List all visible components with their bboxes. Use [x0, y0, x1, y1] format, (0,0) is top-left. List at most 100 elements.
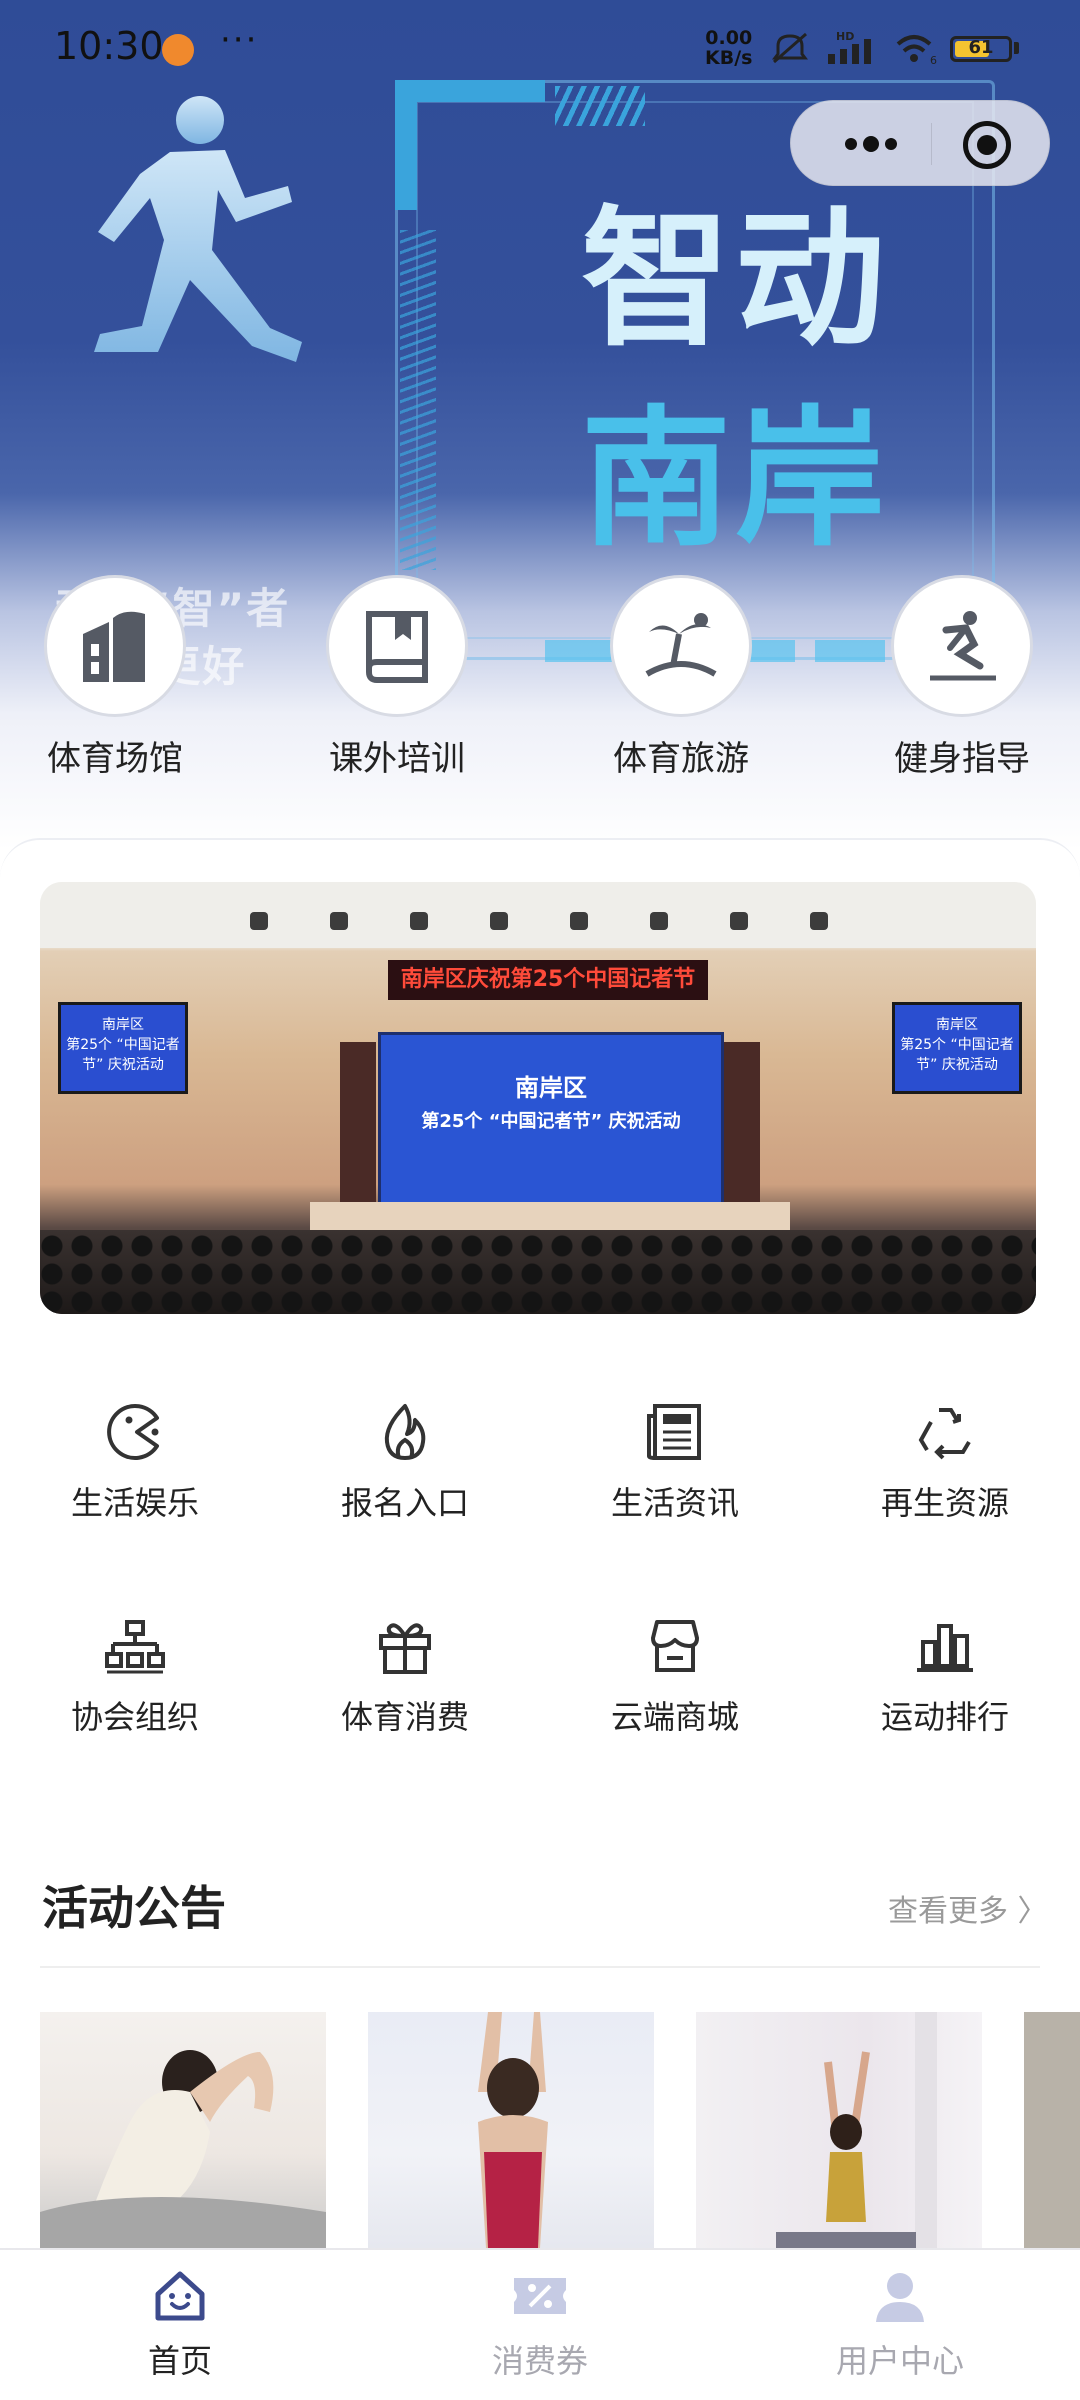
- screen-line2: 第25个 “中国记者节” 庆祝活动: [421, 1111, 681, 1132]
- book-icon: [366, 611, 428, 683]
- grid-item-entertainment[interactable]: 生活娱乐: [0, 1400, 270, 1524]
- grid-item-label: 生活资讯: [610, 1484, 739, 1522]
- tab-coupons[interactable]: 消费券: [360, 2266, 720, 2382]
- yoga-photo-1: [40, 2050, 326, 2248]
- hero-corner-decoration: [395, 80, 545, 210]
- side-screen-line2: 第25个 “中国记者节” 庆祝活动: [900, 1037, 1014, 1073]
- photo-light: [570, 912, 588, 930]
- tab-user-center[interactable]: 用户中心: [720, 2266, 1080, 2382]
- notification-dot-icon: [162, 34, 194, 66]
- side-screen-line1: 南岸区: [102, 1017, 144, 1033]
- activity-card[interactable]: [368, 2012, 654, 2248]
- signal-hd-label: HD: [836, 30, 854, 43]
- photo-side-screen-right: 南岸区 第25个 “中国记者节” 庆祝活动: [892, 1002, 1022, 1094]
- org-chart-icon: [105, 1620, 165, 1674]
- category-label: 体育旅游: [613, 739, 749, 779]
- view-more-link[interactable]: 查看更多 〉: [888, 1886, 1048, 1930]
- flame-icon: [384, 1404, 426, 1460]
- wifi-label: 6: [930, 54, 937, 66]
- net-speed-value: 0.00: [705, 27, 753, 49]
- battery-icon: 61: [950, 36, 1012, 62]
- grid-item-label: 生活娱乐: [70, 1484, 199, 1522]
- activity-list: [40, 2012, 1080, 2248]
- grid-item-news[interactable]: 生活资讯: [540, 1400, 810, 1524]
- photo-curtain: [340, 1042, 376, 1212]
- yoga-photo-3: [776, 2012, 937, 2248]
- target-icon[interactable]: [963, 121, 1011, 169]
- island-icon: [645, 613, 717, 677]
- photo-ceiling: [40, 882, 1036, 948]
- screen-line1: 南岸区: [515, 1074, 587, 1102]
- net-speed-unit: KB/s: [705, 47, 753, 69]
- grid-item-signup[interactable]: 报名入口: [270, 1400, 540, 1524]
- status-icons: HD 6: [770, 30, 940, 66]
- grid-item-association[interactable]: 协会组织: [0, 1614, 270, 1738]
- category-circle: [891, 575, 1033, 717]
- grid-item-cloud-mall[interactable]: 云端商城: [540, 1614, 810, 1738]
- photo-light: [730, 912, 748, 930]
- photo-light: [250, 912, 268, 930]
- tab-label: 消费券: [491, 2342, 588, 2380]
- pacman-icon: [107, 1404, 159, 1460]
- category-sports-venue[interactable]: 体育场馆: [25, 575, 205, 780]
- category-label: 课外培训: [329, 739, 465, 779]
- category-training[interactable]: 课外培训: [307, 575, 487, 780]
- more-dots-icon[interactable]: [831, 126, 911, 162]
- photo-light: [410, 912, 428, 930]
- hero-title-line1: 智动: [580, 193, 889, 367]
- store-icon: [651, 1620, 699, 1672]
- service-grid: 生活娱乐 报名入口 生活资讯 再生资源 协会组织 体育消费 云端商城 运动排行: [0, 1400, 1080, 1760]
- yoga-photo-2: [478, 2012, 548, 2248]
- battery-tip: [1014, 42, 1019, 54]
- category-circle: [44, 575, 186, 717]
- home-icon: [155, 2271, 205, 2321]
- photo-light: [490, 912, 508, 930]
- category-sports-tourism[interactable]: 体育旅游: [591, 575, 771, 780]
- activity-card[interactable]: [1024, 2012, 1080, 2248]
- photo-audience: [40, 1230, 1036, 1314]
- tab-label: 首页: [147, 2342, 212, 2380]
- category-fitness-guidance[interactable]: 健身指导: [872, 575, 1052, 780]
- side-screen-line1: 南岸区: [936, 1017, 978, 1033]
- status-time: 10:30: [54, 24, 164, 68]
- wifi-icon: 6: [896, 35, 937, 66]
- grid-item-label: 体育消费: [340, 1698, 469, 1736]
- user-icon: [876, 2273, 924, 2322]
- miniprogram-capsule: [790, 100, 1050, 186]
- hero-title-line2: 南岸: [580, 393, 889, 567]
- hero-title: 智动 南岸: [555, 180, 915, 580]
- category-circle: [610, 575, 752, 717]
- gift-icon: [379, 1623, 431, 1674]
- grid-item-sports-consumption[interactable]: 体育消费: [270, 1614, 540, 1738]
- section-divider: [40, 1966, 1040, 1968]
- grid-item-label: 运动排行: [880, 1698, 1009, 1736]
- side-screen-line2: 第25个 “中国记者节” 庆祝活动: [66, 1037, 180, 1073]
- hero-stripes-decoration-2: [400, 230, 436, 570]
- grid-item-recycle[interactable]: 再生资源: [810, 1400, 1080, 1524]
- bar-rank-icon: [917, 1624, 973, 1672]
- capsule-divider: [931, 123, 932, 165]
- building-icon: [83, 611, 145, 682]
- runner-icon: [94, 96, 302, 362]
- grid-item-label: 协会组织: [70, 1698, 199, 1736]
- tab-home[interactable]: 首页: [0, 2266, 360, 2382]
- grid-item-label: 报名入口: [340, 1484, 469, 1522]
- coupon-icon: [514, 2278, 566, 2314]
- activity-card[interactable]: [696, 2012, 982, 2248]
- status-bar: 10:30 ··· 0.00 KB/s HD 6 61: [0, 0, 1080, 96]
- news-banner-carousel[interactable]: 南岸区庆祝第25个中国记者节 南岸区 第25个 “中国记者节” 庆祝活动 南岸区…: [40, 882, 1036, 1314]
- skier-icon: [930, 611, 996, 681]
- category-row: 体育场馆 课外培训 体育旅游 健身指导: [0, 575, 1080, 779]
- photo-side-screen-left: 南岸区 第25个 “中国记者节” 庆祝活动: [58, 1002, 188, 1094]
- grid-item-sports-ranking[interactable]: 运动排行: [810, 1614, 1080, 1738]
- bottom-tab-bar: 首页 消费券 用户中心: [0, 2248, 1080, 2400]
- net-speed: 0.00 KB/s: [705, 28, 752, 68]
- battery-level: 61: [968, 37, 994, 58]
- activity-section-title: 活动公告: [42, 1881, 226, 1935]
- grid-item-label: 再生资源: [880, 1484, 1009, 1522]
- category-label: 体育场馆: [47, 739, 183, 779]
- activity-card[interactable]: [40, 2012, 326, 2248]
- category-circle: [326, 575, 468, 717]
- photo-light: [810, 912, 828, 930]
- photo-light: [330, 912, 348, 930]
